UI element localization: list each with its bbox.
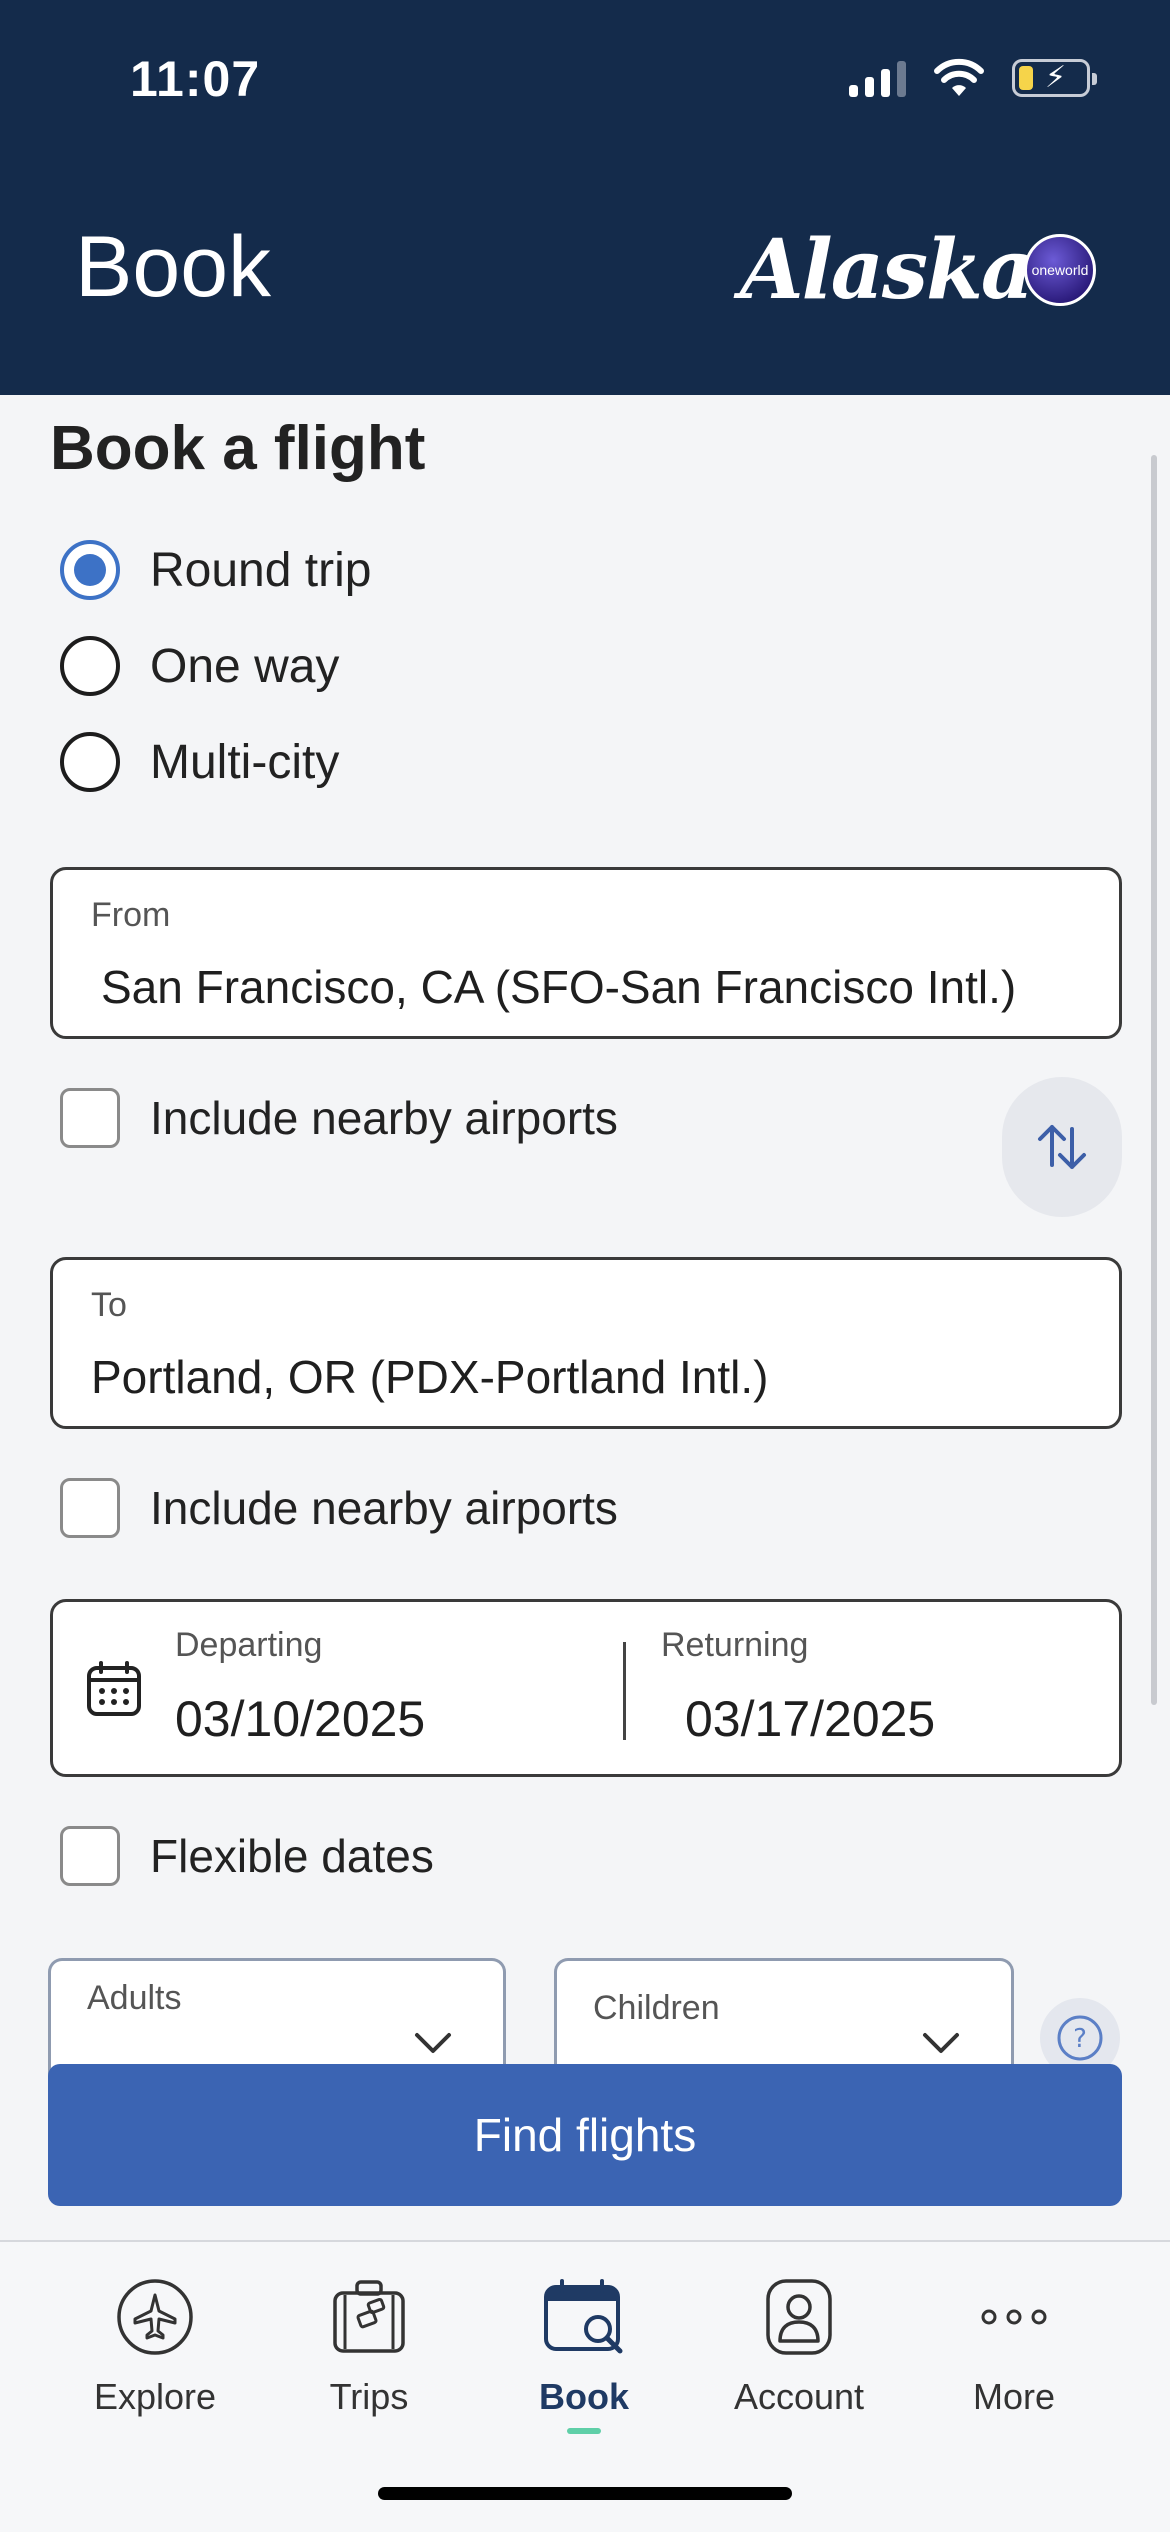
calendar-icon: [87, 1661, 141, 1716]
tab-book[interactable]: Book: [484, 2272, 684, 2434]
to-nearby-checkbox[interactable]: [60, 1478, 120, 1538]
to-label: To: [91, 1286, 127, 1324]
flexible-dates-checkbox[interactable]: [60, 1826, 120, 1886]
date-divider: [623, 1642, 626, 1740]
status-time: 11:07: [130, 51, 261, 107]
round-trip-radio[interactable]: [60, 540, 120, 600]
radio-label: One way: [150, 639, 340, 693]
returning-value[interactable]: 03/17/2025: [685, 1690, 935, 1748]
chevron-down-icon: [923, 2033, 959, 2053]
swap-arrows-icon: [1038, 1125, 1086, 1169]
alaska-logo: Alaska®: [740, 222, 1050, 318]
svg-text:?: ?: [1073, 2024, 1087, 2054]
one-way-radio[interactable]: [60, 636, 120, 696]
tab-explore[interactable]: Explore: [55, 2272, 255, 2418]
trip-type-one-way[interactable]: One way: [60, 636, 339, 696]
find-flights-button[interactable]: Find flights: [48, 2064, 1122, 2206]
trip-type-round-trip[interactable]: Round trip: [60, 540, 371, 600]
app-header: 11:07 ⚡ Book Alaska® oneworld: [0, 0, 1170, 395]
swap-airports-button[interactable]: [1002, 1077, 1122, 1217]
from-nearby-airports[interactable]: Include nearby airports: [60, 1088, 618, 1148]
from-label: From: [91, 896, 171, 934]
scrollbar[interactable]: [1151, 455, 1157, 1705]
radio-label: Round trip: [150, 543, 372, 597]
tab-label: Explore: [93, 2376, 217, 2417]
from-nearby-checkbox[interactable]: [60, 1088, 120, 1148]
to-value: Portland, OR (PDX-Portland Intl.): [91, 1351, 769, 1403]
flexible-dates[interactable]: Flexible dates: [60, 1826, 434, 1886]
adults-select[interactable]: Adults: [48, 1958, 506, 2078]
page-title: Book: [75, 219, 272, 315]
form-title: Book a flight: [50, 414, 426, 483]
plane-icon: [110, 2272, 200, 2362]
tab-label: Account: [733, 2376, 865, 2417]
help-icon: ?: [1057, 2015, 1103, 2061]
departing-value[interactable]: 03/10/2025: [175, 1690, 425, 1748]
returning-label: Returning: [661, 1626, 809, 1664]
children-select[interactable]: Children: [554, 1958, 1014, 2078]
active-tab-indicator: [567, 2428, 601, 2434]
radio-label: Multi-city: [150, 735, 340, 789]
check-label: Include nearby airports: [150, 1482, 618, 1534]
to-nearby-airports[interactable]: Include nearby airports: [60, 1478, 618, 1538]
children-label: Children: [593, 1989, 720, 2027]
battery-icon: ⚡: [1012, 59, 1097, 97]
home-indicator: [378, 2487, 792, 2500]
oneworld-logo: oneworld: [1024, 234, 1096, 306]
tab-label: More: [972, 2376, 1056, 2417]
wifi-icon: [934, 58, 984, 96]
dates-field[interactable]: Departing 03/10/2025 Returning 03/17/202…: [50, 1599, 1122, 1777]
trip-type-multi-city[interactable]: Multi-city: [60, 732, 339, 792]
account-icon: [754, 2272, 844, 2362]
tab-label: Book: [539, 2376, 629, 2417]
more-dots-icon: [969, 2272, 1059, 2362]
check-label: Include nearby airports: [150, 1092, 618, 1144]
cellular-signal-icon: [849, 59, 906, 97]
to-field[interactable]: To Portland, OR (PDX-Portland Intl.): [50, 1257, 1122, 1429]
status-icons: ⚡: [849, 56, 1097, 100]
adults-label: Adults: [87, 1979, 182, 2017]
tab-account[interactable]: Account: [699, 2272, 899, 2418]
suitcase-icon: [324, 2272, 414, 2362]
calendar-search-icon: [539, 2272, 629, 2362]
multi-city-radio[interactable]: [60, 732, 120, 792]
from-field[interactable]: From San Francisco, CA (SFO-San Francisc…: [50, 867, 1122, 1039]
chevron-down-icon: [415, 2033, 451, 2053]
check-label: Flexible dates: [150, 1830, 434, 1882]
departing-label: Departing: [175, 1626, 323, 1664]
from-value: San Francisco, CA (SFO-San Francisco Int…: [101, 961, 1017, 1013]
tab-label: Trips: [329, 2376, 409, 2417]
tab-trips[interactable]: Trips: [269, 2272, 469, 2418]
tab-more[interactable]: More: [914, 2272, 1114, 2418]
